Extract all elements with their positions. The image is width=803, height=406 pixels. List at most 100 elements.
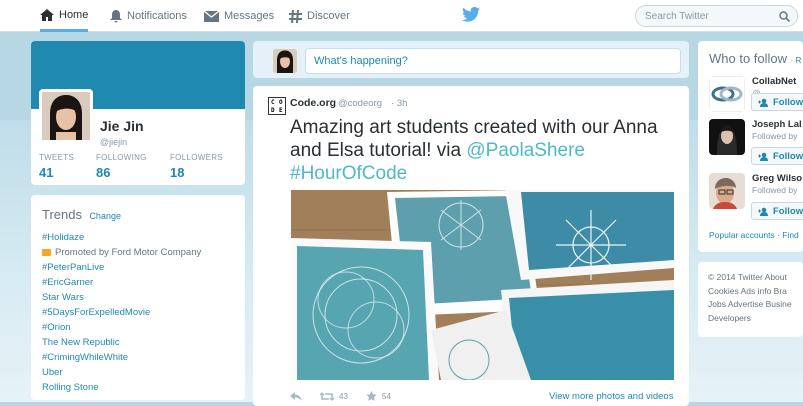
profile-handle[interactable]: @jiejin: [100, 137, 127, 147]
add-user-icon: [758, 207, 768, 216]
footer-line[interactable]: Developers: [708, 312, 793, 326]
footer-line[interactable]: Jobs Advertise Busine: [708, 298, 793, 312]
nav-discover[interactable]: Discover: [289, 0, 350, 32]
nav-home-label: Home: [59, 8, 89, 21]
who-to-follow-module: Who to follow · R CollabNet @ Follow Jos…: [698, 41, 803, 252]
favorite-star-icon[interactable]: [366, 391, 377, 401]
suggestion-avatar[interactable]: [709, 119, 745, 155]
stat-label: TWEETS: [39, 153, 75, 162]
tweet-hashtag-link[interactable]: #HourOfCode: [290, 163, 407, 184]
add-user-icon: [758, 98, 768, 107]
suggestion-followed-by: Followed by: [752, 131, 798, 141]
nav-messages-label: Messages: [224, 10, 275, 22]
tweet-card[interactable]: C O D E Code.org @codeorg · 3h Amazing a…: [253, 86, 689, 406]
trend-item[interactable]: Star Wars: [42, 290, 234, 305]
stat-label: FOLLOWING: [96, 153, 147, 162]
nav-messages[interactable]: Messages: [204, 0, 274, 32]
trends-title: Trends: [42, 207, 82, 222]
nav-notifications-label: Notifications: [127, 10, 187, 22]
suggestion-name[interactable]: CollabNet: [752, 76, 796, 87]
refresh-link[interactable]: · R: [791, 56, 802, 65]
reply-icon[interactable]: [290, 391, 302, 401]
stat-value: 86: [96, 165, 111, 180]
profile-card: Jie Jin @jiejin TWEETS 41 FOLLOWING 86 F…: [31, 41, 245, 185]
retweet-count: 43: [339, 391, 348, 401]
trend-promoted-label[interactable]: Promoted by Ford Motor Company: [42, 245, 234, 260]
add-user-icon: [758, 152, 768, 161]
tweet-actions: 43 54: [290, 391, 391, 401]
suggestion-name[interactable]: Greg Wilso: [752, 173, 802, 184]
suggestion-followed-by: Followed by: [752, 185, 798, 195]
trend-item[interactable]: #Holidaze: [42, 230, 234, 245]
tweet-time[interactable]: · 3h: [391, 98, 407, 109]
trend-item[interactable]: The New Republic: [42, 335, 234, 350]
trends-header: Trends Change: [42, 206, 234, 224]
follow-label: Follow: [773, 96, 803, 108]
view-more-media-link[interactable]: View more photos and videos: [549, 391, 673, 402]
trend-item[interactable]: #PeterPanLive: [42, 260, 234, 275]
code-org-avatar[interactable]: C O D E: [268, 97, 286, 115]
logo-letter: D: [271, 107, 275, 114]
trend-item[interactable]: #Orion: [42, 320, 234, 335]
nav-notifications[interactable]: Notifications: [110, 0, 187, 32]
tweet-handle[interactable]: @codeorg: [338, 98, 382, 109]
trend-item[interactable]: #CrimingWhileWhite: [42, 350, 234, 365]
who-to-follow-title: Who to follow: [709, 51, 788, 66]
who-to-follow-header: Who to follow · R: [709, 51, 801, 66]
nav-home[interactable]: Home: [40, 0, 89, 32]
tweet-text: Amazing art students created with our An…: [290, 116, 675, 185]
popular-accounts-link[interactable]: Popular accounts · Find: [709, 230, 799, 240]
trends-module: Trends Change #Holidaze Promoted by Ford…: [31, 195, 245, 400]
favorite-count: 54: [381, 391, 391, 401]
promoted-icon: [42, 249, 51, 256]
retweet-icon[interactable]: [320, 391, 334, 401]
follow-label: Follow: [773, 205, 803, 217]
logo-letter: O: [279, 99, 283, 106]
search-placeholder: Search Twitter: [645, 10, 709, 22]
stat-label: FOLLOWERS: [170, 153, 223, 162]
compose-avatar: [273, 49, 297, 73]
stat-value: 18: [170, 165, 185, 180]
top-navigation-bar: Home Notifications Messages Discover Sea…: [0, 0, 803, 32]
twitter-bird-icon: [462, 6, 480, 22]
trend-item[interactable]: Rolling Stone: [42, 380, 234, 395]
stat-followers[interactable]: FOLLOWERS 18: [170, 153, 223, 180]
follow-button[interactable]: Follow: [751, 93, 803, 111]
stat-value: 41: [39, 165, 54, 180]
suggestion-name[interactable]: Joseph Lal: [752, 119, 802, 130]
follow-label: Follow: [773, 150, 803, 162]
compose-input[interactable]: What's happening?: [305, 48, 681, 74]
stat-following[interactable]: FOLLOWING 86: [96, 153, 147, 180]
bell-icon: [110, 9, 122, 22]
trends-change-link[interactable]: Change: [89, 211, 121, 221]
home-icon: [40, 8, 54, 21]
tweet-photo[interactable]: [291, 190, 674, 380]
nav-discover-label: Discover: [307, 10, 350, 22]
logo-letter: C: [271, 99, 275, 106]
follow-button[interactable]: Follow: [751, 147, 803, 165]
search-input[interactable]: Search Twitter: [635, 5, 798, 27]
footer-line[interactable]: Cookies Ads info Bra: [708, 285, 793, 299]
hashtag-icon: [289, 9, 302, 23]
trend-item[interactable]: #5DaysForExpelledMovie: [42, 305, 234, 320]
footer-links: © 2014 Twitter About Cookies Ads info Br…: [698, 262, 803, 337]
promoted-text: Promoted by Ford Motor Company: [55, 247, 202, 258]
footer-line[interactable]: © 2014 Twitter About: [708, 271, 793, 285]
refresh-label: R: [795, 56, 802, 65]
suggestion-avatar[interactable]: [709, 173, 745, 209]
search-icon[interactable]: [779, 11, 790, 22]
refresh-separator: ·: [790, 56, 794, 65]
trend-item[interactable]: #EricGarner: [42, 275, 234, 290]
logo-letter: E: [279, 107, 283, 114]
trend-item[interactable]: Uber: [42, 365, 234, 380]
twitter-bird-logo[interactable]: [462, 6, 480, 27]
time-value: 3h: [396, 98, 408, 109]
follow-button[interactable]: Follow: [751, 202, 803, 220]
profile-name[interactable]: Jie Jin: [100, 118, 144, 134]
time-separator: ·: [391, 98, 395, 109]
suggestion-avatar[interactable]: [709, 76, 745, 112]
avatar[interactable]: [39, 89, 93, 143]
stat-tweets[interactable]: TWEETS 41: [39, 153, 74, 180]
tweet-mention-link[interactable]: @PaolaShere: [466, 140, 585, 161]
tweet-author[interactable]: Code.org: [290, 97, 336, 109]
